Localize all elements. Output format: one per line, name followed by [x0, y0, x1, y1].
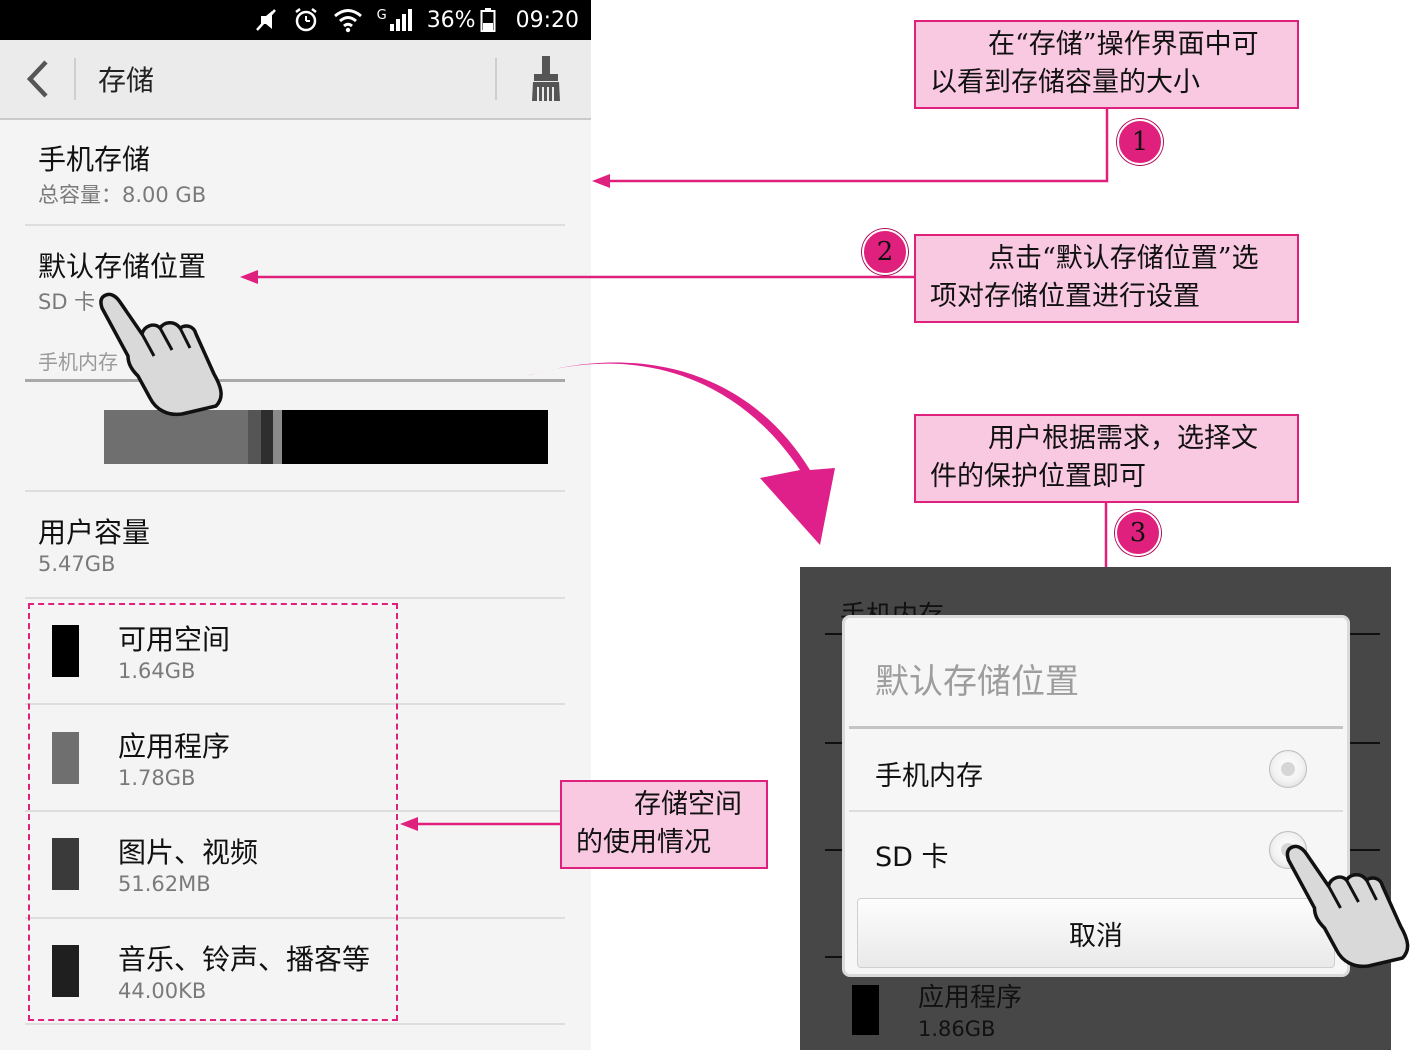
background-divider — [1350, 742, 1380, 744]
dialog-divider — [849, 810, 1343, 812]
callout-text: 在“存储”操作界面中可 — [988, 29, 1259, 60]
clean-button[interactable] — [526, 54, 566, 104]
user-capacity-title: 用户容量 — [38, 516, 151, 549]
callout-storage-capacity: 在“存储”操作界面中可 以看到存储容量的大小 — [914, 20, 1299, 109]
default-location-title: 默认存储位置 — [38, 250, 207, 283]
divider — [25, 597, 565, 599]
callout-text: 用户根据需求，选择文 — [988, 423, 1258, 454]
action-bar-divider — [495, 58, 497, 100]
usage-segment — [272, 410, 282, 464]
chevron-left-icon — [26, 60, 48, 98]
divider — [25, 1023, 565, 1025]
option-label: 手机内存 — [875, 761, 983, 792]
step-badge-1: 1 — [1117, 119, 1163, 165]
background-list-value: 1.86GB — [918, 1017, 996, 1041]
action-bar: 存储 — [0, 40, 591, 120]
battery-icon — [480, 7, 496, 33]
usage-segment — [281, 410, 548, 464]
user-capacity-value: 5.47GB — [38, 552, 116, 576]
callout-text: 存储空间 — [634, 789, 742, 820]
phone-screen: G 36% 09:20 存储 手机存储 总容量：8.00 GB 默认存储位置 S… — [0, 0, 591, 1050]
callout-text: 以看到存储容量的大小 — [930, 67, 1200, 98]
callout-text: 点击“默认存储位置”选 — [988, 243, 1259, 274]
usage-highlight-box — [28, 603, 398, 1021]
usage-segment — [260, 410, 273, 464]
mute-icon — [253, 7, 279, 33]
usage-segment — [104, 410, 249, 464]
network-type: G — [376, 8, 387, 23]
phone-storage-total: 总容量：8.00 GB — [38, 183, 207, 207]
page-title: 存储 — [98, 64, 155, 97]
callout-default-location: 点击“默认存储位置”选 项对存储位置进行设置 — [914, 234, 1299, 323]
status-bar: G 36% 09:20 — [0, 0, 591, 40]
callout-text: 的使用情况 — [576, 827, 711, 858]
default-location-dialog: 默认存储位置 手机内存 SD 卡 取消 — [842, 615, 1350, 977]
default-location-value: SD 卡 — [38, 290, 96, 314]
dialog-title: 默认存储位置 — [875, 662, 1079, 702]
signal-icon: G — [377, 8, 413, 32]
alarm-icon — [293, 7, 319, 33]
clock: 09:20 — [515, 7, 579, 33]
callout-usage: 存储空间 的使用情况 — [560, 780, 768, 869]
step-badge-3: 3 — [1115, 510, 1161, 556]
phone-storage-title: 手机存储 — [38, 143, 151, 176]
step-badge-2: 2 — [862, 229, 908, 275]
storage-usage-bar — [104, 410, 548, 464]
divider — [25, 490, 565, 492]
pointing-hand-icon — [1285, 844, 1410, 969]
background-swatch — [852, 985, 879, 1035]
radio-internal-memory[interactable] — [1269, 750, 1307, 788]
broom-icon — [532, 56, 560, 101]
pointing-hand-icon — [99, 292, 223, 417]
cancel-button[interactable]: 取消 — [857, 898, 1335, 968]
back-button[interactable] — [20, 57, 60, 101]
callout-text: 件的保护位置即可 — [930, 461, 1146, 492]
option-label: SD 卡 — [875, 842, 949, 873]
usage-segment — [248, 410, 261, 464]
battery-percent: 36% — [426, 7, 476, 33]
wifi-icon — [333, 7, 363, 33]
dialog-title-divider — [849, 726, 1343, 729]
callout-text: 项对存储位置进行设置 — [930, 281, 1200, 312]
callout-choose-location: 用户根据需求，选择文 件的保护位置即可 — [914, 414, 1299, 503]
background-list-label: 应用程序 — [918, 983, 1023, 1013]
action-bar-divider — [74, 58, 76, 100]
divider — [25, 224, 565, 226]
